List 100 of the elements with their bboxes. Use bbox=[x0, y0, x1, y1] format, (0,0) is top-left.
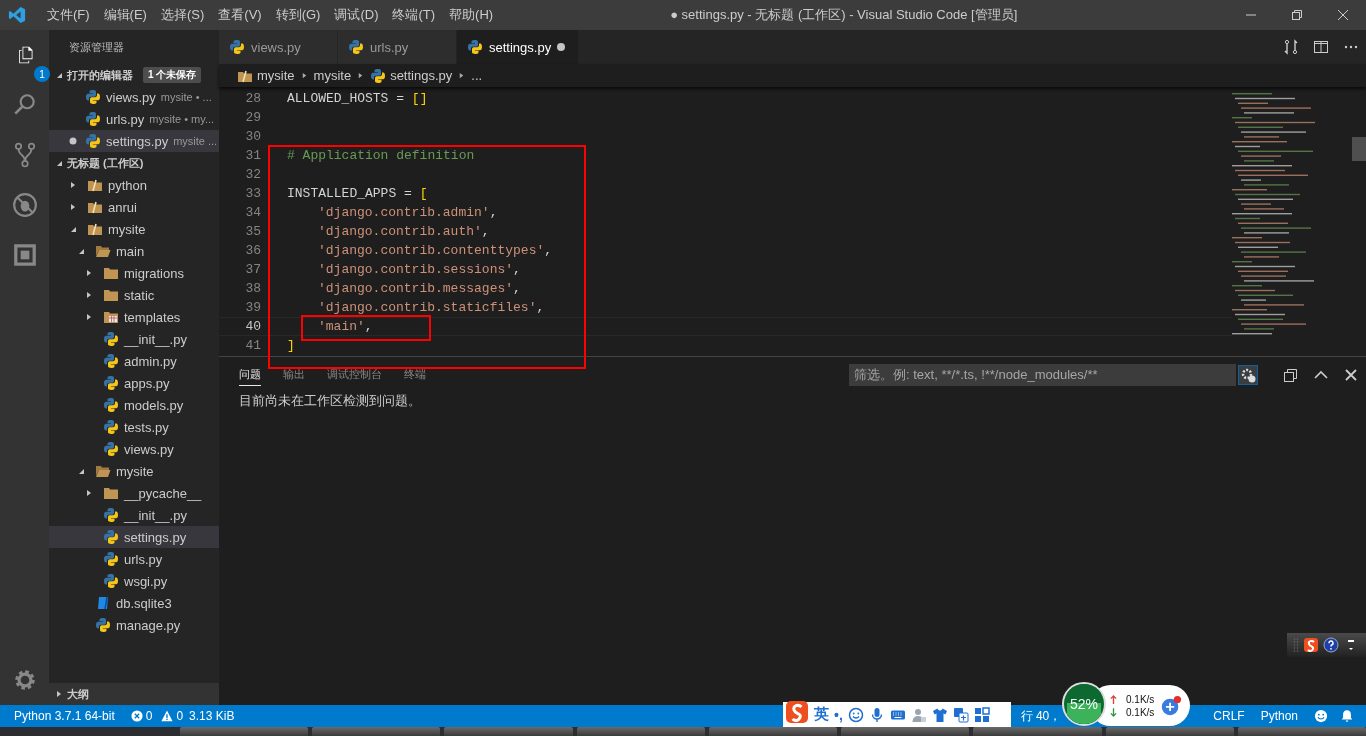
line-number: 32 bbox=[244, 167, 261, 182]
python-icon bbox=[103, 551, 119, 567]
file-icon bbox=[95, 595, 111, 611]
tree-item[interactable]: db.sqlite3 bbox=[49, 592, 219, 614]
breadcrumb-item[interactable]: settings.py bbox=[390, 68, 453, 83]
open-editor-item[interactable]: settings.py mysite ... bbox=[49, 130, 219, 152]
tree-item[interactable]: models.py bbox=[49, 394, 219, 416]
breadcrumb-item[interactable]: mysite bbox=[257, 68, 295, 83]
ime-logo-icon[interactable] bbox=[1303, 637, 1319, 653]
breadcrumb-item[interactable]: mysite bbox=[313, 68, 352, 83]
upload-arrow-icon bbox=[1110, 694, 1117, 704]
python-icon bbox=[103, 353, 119, 369]
tree-item[interactable]: __pycache__ bbox=[49, 482, 219, 504]
user-icon[interactable] bbox=[910, 706, 927, 723]
cursor-position-status[interactable]: 行 40， bbox=[1020, 707, 1062, 725]
filter-settings-icon[interactable] bbox=[1238, 364, 1258, 385]
python-icon bbox=[103, 573, 119, 589]
editor-tab[interactable]: urls.py bbox=[338, 30, 457, 64]
code-line: ] bbox=[287, 338, 295, 353]
code-line: 'django.contrib.auth', bbox=[318, 224, 490, 239]
menu-item[interactable]: 转到(G) bbox=[268, 6, 328, 24]
problems-message: 目前尚未在工作区检测到问题。 bbox=[238, 392, 422, 410]
tree-item[interactable]: mysite bbox=[49, 460, 219, 482]
tree-item[interactable]: static bbox=[49, 284, 219, 306]
folder-icon bbox=[103, 309, 119, 325]
section-header[interactable]: 大纲 bbox=[49, 683, 219, 705]
chevron-right-icon bbox=[458, 72, 466, 79]
grid-icon[interactable] bbox=[973, 706, 990, 723]
add-icon[interactable] bbox=[1160, 694, 1183, 717]
help-icon[interactable] bbox=[1323, 637, 1339, 653]
extensions-icon[interactable] bbox=[11, 242, 38, 268]
chevron-right-icon bbox=[69, 203, 77, 211]
scrollbar-thumb[interactable] bbox=[1352, 137, 1366, 161]
tree-item[interactable]: mysite bbox=[49, 218, 219, 240]
tree-item[interactable]: migrations bbox=[49, 262, 219, 284]
collapse-all-icon[interactable] bbox=[1283, 366, 1299, 383]
menu-item[interactable]: 选择(S) bbox=[153, 6, 212, 24]
menu-item[interactable]: 编辑(E) bbox=[96, 6, 154, 24]
tree-item[interactable]: tests.py bbox=[49, 416, 219, 438]
ime-logo-icon[interactable] bbox=[785, 699, 809, 724]
error-count[interactable]: 0 bbox=[145, 709, 153, 723]
smiley-icon[interactable] bbox=[847, 706, 864, 723]
language-status[interactable]: Python bbox=[1260, 709, 1298, 723]
shirt-icon[interactable] bbox=[931, 706, 948, 723]
folder-icon bbox=[103, 485, 119, 501]
tree-item[interactable]: anrui bbox=[49, 196, 219, 218]
line-number: 33 bbox=[244, 186, 261, 201]
folder-icon bbox=[87, 177, 103, 193]
close-icon[interactable] bbox=[1343, 366, 1359, 383]
smiley-icon[interactable] bbox=[1314, 709, 1328, 723]
interpreter-status[interactable]: Python 3.7.1 64-bit bbox=[14, 709, 115, 723]
open-editor-item[interactable]: views.py mysite • ... bbox=[49, 86, 219, 108]
tree-item[interactable]: wsgi.py bbox=[49, 570, 219, 592]
breadcrumb-item[interactable]: ... bbox=[471, 68, 483, 83]
editor-tab[interactable]: views.py bbox=[219, 30, 338, 64]
tree-item[interactable]: admin.py bbox=[49, 350, 219, 372]
file-size-status[interactable]: 3.13 KiB bbox=[189, 709, 235, 723]
compare-changes-icon[interactable] bbox=[1283, 39, 1299, 55]
panel-tab[interactable]: 输出 bbox=[283, 363, 305, 386]
tree-item[interactable]: __init__.py bbox=[49, 328, 219, 350]
chevron-down-icon bbox=[55, 71, 63, 79]
tree-item[interactable]: main bbox=[49, 240, 219, 262]
chevron-right-icon bbox=[357, 72, 365, 79]
menu-item[interactable]: 终端(T) bbox=[385, 6, 443, 24]
panel-tab[interactable]: 问题 bbox=[239, 363, 261, 386]
python-icon bbox=[85, 111, 101, 127]
tree-item[interactable]: __init__.py bbox=[49, 504, 219, 526]
section-header[interactable]: 打开的编辑器 1 个未保存 bbox=[49, 64, 219, 86]
translate-icon[interactable] bbox=[952, 706, 969, 723]
debug-icon[interactable] bbox=[11, 192, 38, 218]
menu-item[interactable]: 查看(V) bbox=[211, 6, 269, 24]
filter-field[interactable]: 筛选。例: text, **/*.ts, !**/node_modules/** bbox=[849, 363, 1236, 386]
menu-item[interactable]: 帮助(H) bbox=[442, 6, 501, 24]
python-icon bbox=[103, 397, 119, 413]
panel-tab[interactable]: 调试控制台 bbox=[327, 363, 382, 386]
minimize-icon[interactable] bbox=[1347, 637, 1355, 653]
line-number: 34 bbox=[244, 205, 261, 220]
open-editor-item[interactable]: urls.py mysite • my... bbox=[49, 108, 219, 130]
line-ending-status[interactable]: CRLF bbox=[1213, 709, 1245, 723]
tree-item[interactable]: settings.py bbox=[49, 526, 219, 548]
bell-icon[interactable] bbox=[1340, 709, 1354, 723]
tree-item[interactable]: apps.py bbox=[49, 372, 219, 394]
line-number: 41 bbox=[244, 338, 261, 353]
code-line: 'main', bbox=[318, 319, 373, 334]
tree-item[interactable]: templates bbox=[49, 306, 219, 328]
menu-item[interactable]: 文件(F) bbox=[40, 6, 97, 24]
section-header[interactable]: 无标题 (工作区) bbox=[49, 152, 219, 174]
code-line: INSTALLED_APPS = [ bbox=[287, 186, 428, 201]
tree-item[interactable]: views.py bbox=[49, 438, 219, 460]
input-mode[interactable]: 英 bbox=[814, 705, 829, 724]
panel-tab[interactable]: 终端 bbox=[404, 363, 426, 386]
split-editor-icon[interactable] bbox=[1313, 39, 1329, 55]
tree-item[interactable]: manage.py bbox=[49, 614, 219, 636]
tree-item[interactable]: python bbox=[49, 174, 219, 196]
punctuation-mode[interactable]: •, bbox=[834, 706, 843, 723]
editor-tab[interactable]: settings.py bbox=[457, 30, 579, 64]
warning-count[interactable]: 0 bbox=[176, 709, 184, 723]
menu-item[interactable]: 调试(D) bbox=[327, 6, 386, 24]
line-number: 30 bbox=[244, 129, 261, 144]
tree-item[interactable]: urls.py bbox=[49, 548, 219, 570]
